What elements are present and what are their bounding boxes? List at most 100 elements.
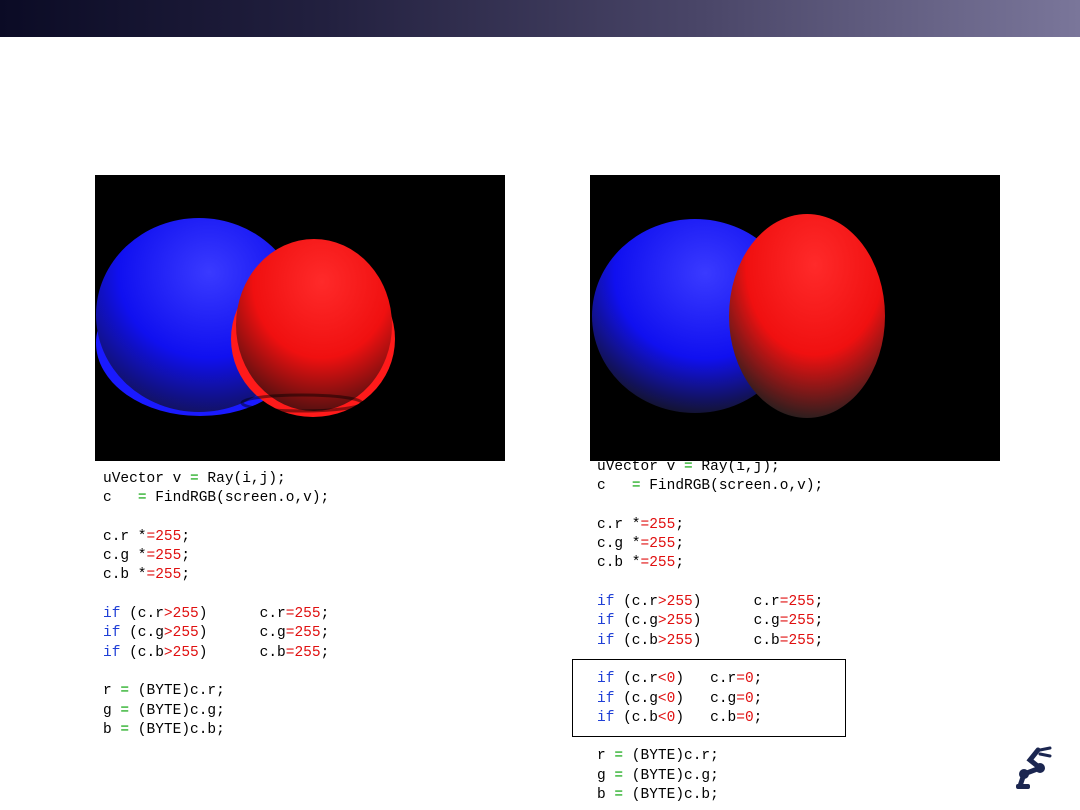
left-code-block: uVector v = Ray(i,j); c = FindRGB(screen.… xyxy=(103,470,329,740)
code-token: (BYTE)c.r; xyxy=(129,683,225,700)
code-token: ; xyxy=(181,528,191,545)
code-line: if (c.r>255) c.r=255; xyxy=(597,593,823,612)
code-token: ) c.r xyxy=(692,594,780,611)
code-token: = xyxy=(190,471,199,487)
code-token: if xyxy=(103,625,121,642)
code-line: c.g *=255; xyxy=(597,535,823,554)
code-token: =255 xyxy=(640,516,676,533)
code-line: c.b *=255; xyxy=(103,566,329,585)
code-token: = xyxy=(120,683,130,700)
code-line: c.b *=255; xyxy=(597,554,823,573)
code-token: g xyxy=(597,767,615,784)
code-line: r = (BYTE)c.r; xyxy=(103,682,329,701)
code-token: (BYTE)c.b; xyxy=(623,787,719,804)
code-token: = xyxy=(631,478,641,495)
code-line: if (c.g>255) c.g=255; xyxy=(103,624,329,643)
code-token: Ray(i,j); xyxy=(692,459,780,475)
code-token: >255 xyxy=(657,613,693,630)
code-token: (c.b xyxy=(120,644,164,661)
code-token: (c.g xyxy=(614,613,658,630)
code-token: (BYTE)c.r; xyxy=(623,748,719,765)
code-token: c.r * xyxy=(597,516,641,533)
code-token: ; xyxy=(814,632,824,649)
code-token: c.g * xyxy=(597,536,641,553)
title-bar xyxy=(0,0,1080,37)
code-token: >255 xyxy=(657,594,693,611)
code-token: c xyxy=(103,490,138,507)
code-line: c = FindRGB(screen.o,v); xyxy=(103,489,329,508)
code-line: r = (BYTE)c.r; xyxy=(597,747,823,766)
code-token: =255 xyxy=(146,528,182,545)
code-token: if xyxy=(597,613,615,630)
code-token: ; xyxy=(675,536,685,553)
code-line: g = (BYTE)c.g; xyxy=(103,702,329,721)
code-token: (BYTE)c.b; xyxy=(129,721,225,738)
code-token: (c.g xyxy=(120,625,164,642)
code-token: ) c.r xyxy=(198,606,286,623)
code-token: = xyxy=(684,459,693,475)
code-line: if (c.b>255) c.b=255; xyxy=(597,632,823,651)
code-token: b xyxy=(103,721,121,738)
code-line: g = (BYTE)c.g; xyxy=(597,767,823,786)
code-token: =255 xyxy=(779,594,815,611)
code-token: =255 xyxy=(146,548,182,565)
code-token: ; xyxy=(181,567,191,584)
left-red-sphere xyxy=(236,239,392,411)
code-token: =255 xyxy=(285,606,321,623)
code-token: = xyxy=(137,490,147,507)
code-token: if xyxy=(597,594,615,611)
code-token: ; xyxy=(320,606,330,623)
code-token: c.g * xyxy=(103,548,147,565)
code-token: (c.r xyxy=(120,606,164,623)
code-token: >255 xyxy=(163,625,199,642)
code-token: =255 xyxy=(779,613,815,630)
code-token: =255 xyxy=(640,555,676,572)
code-token: ; xyxy=(320,644,330,661)
code-token: ) c.g xyxy=(198,625,286,642)
code-line: c.r *=255; xyxy=(597,516,823,535)
code-token: ; xyxy=(181,548,191,565)
code-token: = xyxy=(614,748,624,765)
code-token: c.b * xyxy=(103,567,147,584)
code-token: ; xyxy=(320,625,330,642)
code-token: ) c.b xyxy=(198,644,286,661)
code-token: ) c.b xyxy=(692,632,780,649)
robot-arm-icon xyxy=(1010,744,1058,792)
code-line: c.r *=255; xyxy=(103,528,329,547)
code-token: ; xyxy=(675,516,685,533)
code-line: uVector v = Ray(i,j); xyxy=(597,458,823,477)
code-token: = xyxy=(614,787,624,804)
code-token: =255 xyxy=(285,644,321,661)
code-token: =255 xyxy=(146,567,182,584)
code-token: if xyxy=(103,644,121,661)
code-line: if (c.g>255) c.g=255; xyxy=(597,612,823,631)
highlight-box-clamp-zero xyxy=(572,659,846,737)
code-token: g xyxy=(103,702,121,719)
code-line: b = (BYTE)c.b; xyxy=(597,786,823,805)
code-token: = xyxy=(120,721,130,738)
code-token: uVector v xyxy=(597,459,685,475)
code-token: (BYTE)c.g; xyxy=(623,767,719,784)
code-token: (BYTE)c.g; xyxy=(129,702,225,719)
code-token: r xyxy=(103,683,121,700)
render-right-clamped-both xyxy=(590,175,1000,461)
code-token: >255 xyxy=(163,644,199,661)
right-red-sphere xyxy=(729,214,885,418)
code-token: (c.r xyxy=(614,594,658,611)
code-token: c xyxy=(597,478,632,495)
code-token: c.r * xyxy=(103,528,147,545)
code-token: b xyxy=(597,787,615,804)
code-line: if (c.b>255) c.b=255; xyxy=(103,644,329,663)
code-token: ; xyxy=(675,555,685,572)
code-token: = xyxy=(614,767,624,784)
code-line: uVector v = Ray(i,j); xyxy=(103,470,329,489)
code-line: c = FindRGB(screen.o,v); xyxy=(597,477,823,496)
code-token: = xyxy=(120,702,130,719)
code-token: FindRGB(screen.o,v); xyxy=(640,478,824,495)
render-left-clamped-max xyxy=(95,175,505,461)
code-token: ; xyxy=(814,594,824,611)
